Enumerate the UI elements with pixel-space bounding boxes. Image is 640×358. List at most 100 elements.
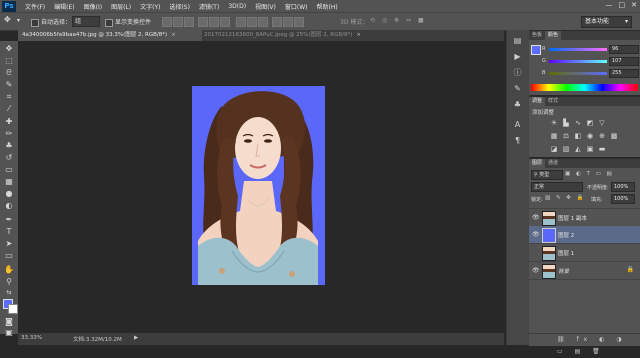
brush-panel-icon[interactable]: ✎ — [513, 84, 522, 93]
distribute-vcenter-icon[interactable] — [247, 17, 257, 27]
color-spectrum-bar[interactable] — [531, 84, 638, 91]
selective-color-icon[interactable]: ▣ — [586, 145, 594, 153]
layer-name[interactable]: 图层 2 — [558, 231, 574, 239]
screen-mode-icon[interactable]: ▣ — [4, 328, 14, 338]
align-vcenter-icon[interactable] — [173, 17, 183, 27]
tab-styles[interactable]: 样式 — [545, 97, 561, 106]
quick-mask-icon[interactable]: ◙ — [4, 317, 14, 327]
menu-image[interactable]: 图像(I) — [84, 2, 102, 11]
distribute-bottom-icon[interactable] — [258, 17, 268, 27]
eye-hidden-icon[interactable]: · — [532, 249, 534, 256]
background-color-swatch[interactable] — [8, 304, 18, 314]
dodge-tool-icon[interactable]: ◐ — [4, 201, 14, 211]
tab-swatches[interactable]: 色板 — [529, 31, 545, 40]
menu-3d[interactable]: 3D(D) — [228, 3, 246, 10]
status-menu-arrow-icon[interactable]: ▶ — [134, 335, 138, 341]
layer-row[interactable]: · 图层 1 — [529, 244, 640, 262]
menu-edit[interactable]: 编辑(E) — [54, 2, 74, 11]
slider-r-bar[interactable] — [549, 48, 607, 51]
layer-row[interactable]: 👁 背景 🔒 — [529, 262, 640, 280]
zoom-tool-icon[interactable]: ⚲ — [4, 277, 14, 287]
layer-filter-icons[interactable]: ▣ ◐ T ▭ ▤ — [565, 171, 614, 177]
menu-help[interactable]: 帮助(H) — [317, 2, 338, 11]
posterize-icon[interactable]: ▧ — [562, 145, 570, 153]
slider-b[interactable]: B 255 — [542, 69, 639, 78]
move-tool-icon[interactable]: ✥ — [4, 15, 11, 24]
workspace-dropdown[interactable]: 基本功能 ▾ — [581, 16, 632, 28]
history-brush-tool-icon[interactable]: ↺ — [4, 153, 14, 163]
layer-row[interactable]: 👁 图层 2 — [529, 226, 640, 244]
layers-footer-icons[interactable]: ⛓ fx ◐ ◑ ▭ ▤ 🗑 — [529, 333, 640, 355]
slider-b-bar[interactable] — [549, 72, 607, 75]
transform-controls-checkbox[interactable]: 显示变换控件 — [105, 17, 151, 27]
blend-mode-dropdown[interactable]: 正常 — [531, 182, 583, 192]
hand-tool-icon[interactable]: ✋ — [4, 265, 14, 275]
tab-document-2[interactable]: 20170212163600_8APuC.jpeg @ 25%(图层 2, RG… — [200, 30, 361, 41]
lasso-tool-icon[interactable]: ᘓ — [4, 68, 14, 78]
menu-select[interactable]: 选择(S) — [169, 2, 190, 11]
type-tool-icon[interactable]: T — [4, 227, 14, 237]
lock-icons[interactable]: ▨ ✎ ✥ 🔒 — [545, 195, 586, 201]
align-left-icon[interactable] — [198, 17, 208, 27]
color-lookup-icon[interactable]: ▩ — [610, 132, 618, 140]
fill-input[interactable]: 100% — [611, 194, 635, 204]
slider-g-bar[interactable] — [549, 60, 607, 63]
3d-pan-icon[interactable]: ✥ — [394, 17, 399, 24]
close-icon[interactable]: × — [171, 32, 176, 38]
curves-icon[interactable]: ∿ — [574, 119, 582, 127]
zoom-level[interactable]: 33.33% — [21, 335, 42, 341]
path-select-tool-icon[interactable]: ➤ — [4, 239, 14, 249]
eye-icon[interactable]: 👁 — [532, 231, 540, 238]
slider-b-value[interactable]: 255 — [609, 69, 639, 78]
tab-channels[interactable]: 通道 — [545, 159, 561, 168]
menu-view[interactable]: 视图(V) — [255, 2, 276, 11]
move-tool-icon[interactable]: ✥ — [4, 44, 14, 54]
slider-g[interactable]: G 107 — [542, 57, 639, 66]
hue-saturation-icon[interactable]: ▦ — [550, 132, 558, 140]
tab-adjustments[interactable]: 调整 — [529, 97, 546, 106]
canvas-area[interactable] — [18, 41, 504, 333]
tool-preset-arrow-icon[interactable]: ▾ — [17, 17, 20, 24]
black-white-icon[interactable]: ◧ — [574, 132, 582, 140]
layer-name[interactable]: 背景 — [558, 267, 569, 275]
3d-scale-icon[interactable]: ■ — [418, 17, 424, 24]
tab-document-1[interactable]: 4a340006b5fa9baa47b.jpg @ 33.3%(图层 2, RG… — [18, 30, 202, 41]
align-bottom-icon[interactable] — [184, 17, 194, 27]
properties-panel-icon[interactable]: ⓘ — [513, 68, 522, 77]
eraser-tool-icon[interactable]: ▭ — [4, 165, 14, 175]
slider-g-value[interactable]: 107 — [609, 57, 639, 66]
swap-colors-icon[interactable]: ⇆ — [4, 288, 14, 298]
pen-tool-icon[interactable]: ✒ — [4, 215, 14, 225]
menu-filter[interactable]: 滤镜(T) — [199, 2, 219, 11]
layer-name[interactable]: 图层 1 副本 — [558, 214, 587, 222]
healing-brush-tool-icon[interactable]: ✚ — [4, 117, 14, 127]
tab-layers[interactable]: 图层 — [529, 159, 546, 168]
channel-mixer-icon[interactable]: ⊕ — [598, 132, 606, 140]
align-hcenter-icon[interactable] — [209, 17, 219, 27]
crop-tool-icon[interactable]: ⌗ — [4, 92, 14, 102]
slider-r[interactable]: R 96 — [542, 45, 639, 54]
character-panel-icon[interactable]: A — [513, 120, 522, 129]
menu-type[interactable]: 文字(Y) — [140, 2, 160, 11]
foreground-color-swatch[interactable] — [531, 45, 541, 55]
vibrance-icon[interactable]: ▽ — [598, 119, 606, 127]
3d-rotate-icon[interactable]: ⟲ — [370, 17, 375, 24]
distribute-top-icon[interactable] — [236, 17, 246, 27]
3d-roll-icon[interactable]: ◎ — [382, 17, 387, 24]
photo-filter-icon[interactable]: ◉ — [586, 132, 594, 140]
layer-row[interactable]: 👁 图层 1 副本 — [529, 208, 640, 227]
eye-icon[interactable]: 👁 — [532, 214, 540, 221]
shape-tool-icon[interactable]: ▭ — [4, 251, 14, 261]
blur-tool-icon[interactable]: ● — [4, 189, 14, 199]
menu-file[interactable]: 文件(F) — [25, 2, 45, 11]
menu-layer[interactable]: 图层(L) — [111, 2, 131, 11]
gradient-map-icon[interactable]: ▬ — [598, 145, 606, 153]
clone-source-panel-icon[interactable]: ♣ — [513, 100, 522, 109]
invert-icon[interactable]: ◪ — [550, 145, 558, 153]
levels-icon[interactable]: ▙ — [562, 119, 570, 127]
align-top-icon[interactable] — [162, 17, 172, 27]
layer-name[interactable]: 图层 1 — [558, 249, 574, 257]
layer-filter-dropdown[interactable]: ⚲ 类型 — [531, 170, 563, 180]
maximize-icon[interactable]: □ — [619, 1, 626, 9]
slider-r-value[interactable]: 96 — [609, 45, 639, 54]
